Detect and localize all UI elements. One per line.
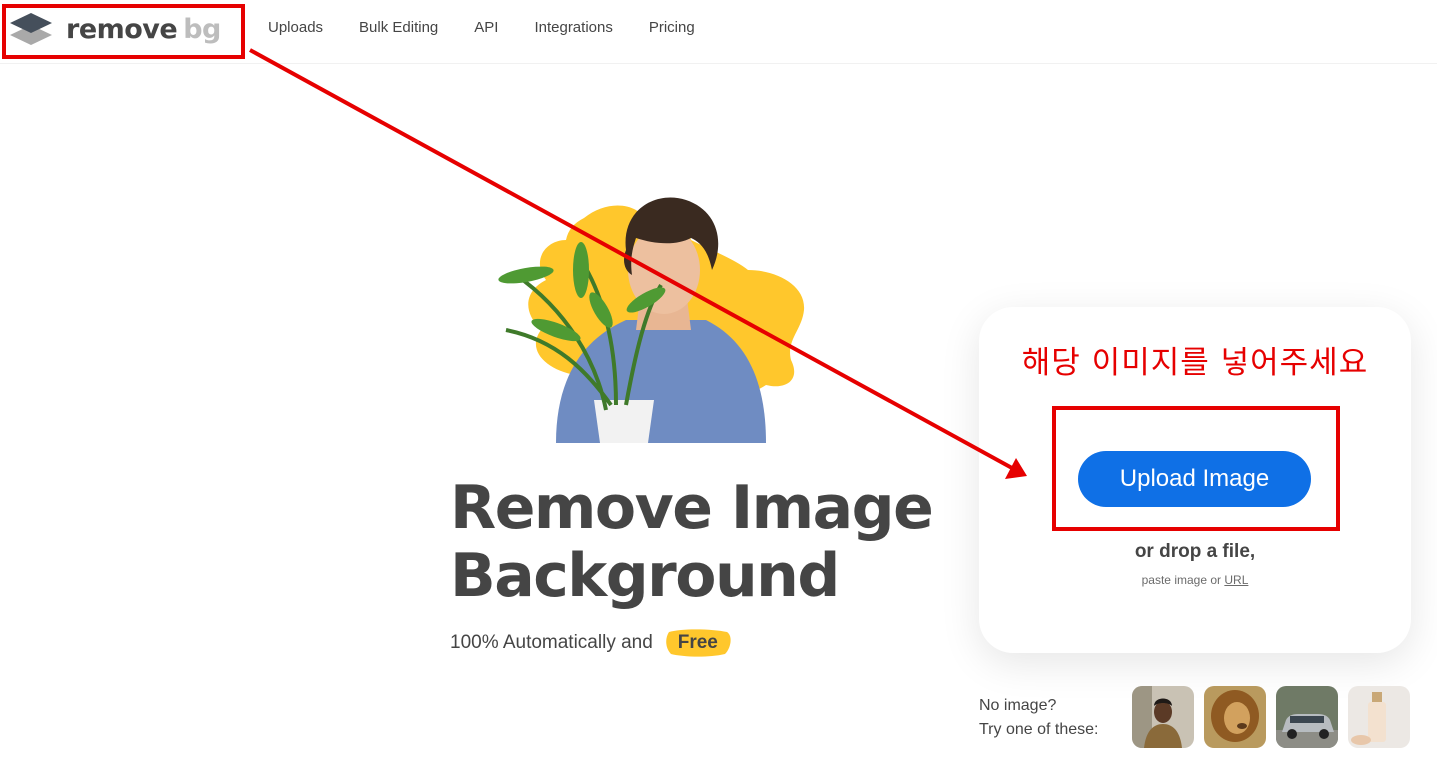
nav-api[interactable]: API [474, 18, 498, 38]
hero-title-line1: Remove Image [450, 473, 934, 543]
car-sample-icon [1276, 686, 1338, 748]
sample-thumb-product[interactable] [1348, 686, 1410, 748]
annotation-instruction-text: 해당 이미지를 넣어주세요 [1021, 345, 1369, 381]
nav-pricing[interactable]: Pricing [649, 18, 695, 38]
nav-integrations[interactable]: Integrations [534, 18, 612, 38]
url-link[interactable]: URL [1224, 573, 1248, 587]
nav-uploads[interactable]: Uploads [268, 18, 323, 38]
annotation-box-logo [2, 4, 245, 59]
hero-person-with-plant-image [498, 197, 805, 443]
hero-subtitle: 100% Automatically and Free [450, 626, 733, 660]
paste-image-label: paste image or [1141, 573, 1222, 587]
no-image-prompt: No image? Try one of these: [979, 694, 1098, 742]
nav-bulk-editing[interactable]: Bulk Editing [359, 18, 438, 38]
hero-subtitle-text: 100% Automatically and [450, 632, 653, 653]
person-sample-icon [1132, 686, 1194, 748]
free-badge-label: Free [677, 632, 718, 653]
hero-title-line2: Background [450, 541, 840, 611]
lion-sample-icon [1204, 686, 1266, 748]
annotation-box-upload [1052, 406, 1340, 531]
hero-title: Remove Image Background [450, 474, 970, 610]
sample-thumb-car[interactable] [1276, 686, 1338, 748]
sample-thumb-lion[interactable] [1204, 686, 1266, 748]
paste-image-text: paste image or URL [979, 573, 1411, 587]
product-sample-icon [1348, 686, 1410, 748]
main-nav: Uploads Bulk Editing API Integrations Pr… [268, 18, 695, 38]
no-image-line2: Try one of these: [979, 721, 1099, 738]
free-badge: Free [663, 626, 733, 660]
sample-thumb-person[interactable] [1132, 686, 1194, 748]
drop-file-text: or drop a file, [1134, 541, 1256, 562]
no-image-line1: No image? [979, 697, 1057, 714]
